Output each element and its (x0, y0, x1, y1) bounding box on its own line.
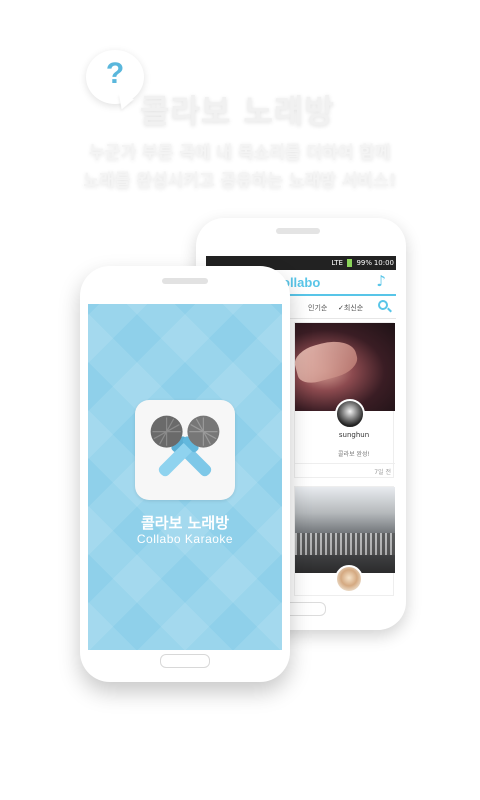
avatar[interactable] (335, 399, 365, 429)
status-time: 10:00 (373, 259, 394, 267)
question-bubble-icon: ? (86, 50, 146, 113)
signal-icon: LTE (331, 259, 343, 267)
status-icons: LTE 99% (331, 256, 372, 270)
promo-title: 콜라보 노래방 (140, 92, 335, 130)
home-button[interactable] (160, 654, 210, 668)
feed-date: 7일 전 (374, 469, 391, 476)
tab-divider (286, 318, 396, 319)
avatar[interactable] (335, 565, 363, 593)
feed-username: sunghun (338, 431, 370, 439)
feed-caption: 콜라보 완성! (338, 451, 370, 458)
tab-popular[interactable]: 인기순 (308, 303, 327, 313)
tab-recent-label: 최신순 (343, 304, 364, 312)
battery-percent: 99% (356, 259, 372, 267)
battery-icon (347, 259, 353, 267)
splash-subtitle: Collabo Karaoke (136, 532, 234, 546)
crossed-microphones-icon (135, 400, 235, 500)
feed-photo (291, 323, 395, 411)
sort-tabs: 인기순 ✓최신순 (286, 296, 396, 318)
question-mark: ? (105, 57, 125, 90)
music-note-icon[interactable]: ♪ (376, 272, 386, 290)
card-footer: 7일 전 (295, 463, 395, 479)
phone-speaker (276, 228, 320, 234)
front-phone: 콜라보 노래방 Collabo Karaoke (80, 266, 290, 682)
phone-speaker (162, 278, 208, 284)
promo-tagline-line2: 노래를 완성시키고 공유하는 노래방 서비스! (83, 171, 397, 191)
splash-title: 콜라보 노래방 (140, 514, 230, 532)
search-icon[interactable] (378, 300, 388, 310)
tab-recent[interactable]: ✓최신순 (338, 303, 363, 313)
feed-photo (295, 487, 395, 573)
promo-tagline-line1: 누군가 부른 곡에 내 목소리를 더하여 함께 (89, 143, 391, 163)
splash-screen: 콜라보 노래방 Collabo Karaoke (88, 304, 282, 650)
feed-card[interactable] (294, 486, 395, 596)
feed-card[interactable]: sunghun 콜라보 완성! 7일 전 (291, 322, 395, 479)
